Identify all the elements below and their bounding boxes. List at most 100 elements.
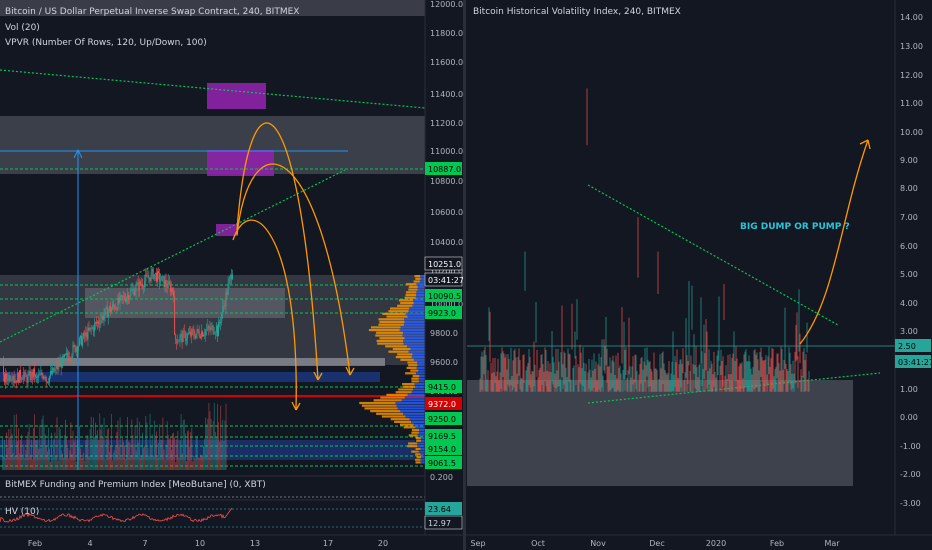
volume-bar [35,440,36,470]
candle-body [84,332,86,337]
vpvr-bar-up [405,372,417,375]
candle-body [168,280,170,285]
left-y-tick: 0.200 [430,473,453,482]
candle-body [105,307,107,309]
candle-body [49,376,50,383]
volume-bar [194,459,196,470]
left-price-label: 9169.5 [428,432,456,441]
volume-bar [13,415,15,470]
candle-body [86,332,88,340]
volume-bar [25,450,27,470]
candle-body [187,334,188,339]
vpvr-bar-up [397,353,413,356]
candle-body [13,376,15,383]
volume-bar [137,442,139,470]
candle-body [25,374,27,378]
candle-body [35,375,36,377]
candle-body [72,345,74,356]
hv-descending-trendline [587,184,839,326]
right-y-tick: 12.00 [900,71,923,80]
candle-body [83,332,85,339]
left-x-tick: 10 [195,539,205,548]
candle-body [53,367,55,372]
vpvr-bar-down [416,283,425,286]
volume-bar [150,445,152,470]
candle-body [36,376,38,378]
right-y-tick: 6.00 [900,242,918,251]
vpvr-bar-up [400,423,414,426]
vpvr-bar-up [405,283,417,286]
volume-bar [191,427,193,470]
volume-bar [39,424,41,470]
candle-body [208,326,210,328]
candle-body [167,280,169,288]
volume-bar [140,457,141,470]
candle-body [183,331,185,333]
vpvr-bar-up [411,377,419,380]
candle-body [103,315,105,321]
vpvr-bar-down [404,396,425,399]
volume-bar [22,454,24,470]
candle-body [26,377,28,383]
volume-bar [7,447,9,470]
volume-bar [50,461,51,470]
vpvr-bar-up [407,361,418,364]
candle-body [30,371,32,380]
left-y-tick: 10800.0 [430,177,463,186]
vpvr-bar-up [408,434,418,437]
volume-bar [67,448,69,470]
candle-body [165,280,167,287]
vpvr-bar-up [410,369,419,372]
candle-body [29,371,31,380]
vpvr-bar-down [417,288,425,291]
volume-bar [70,422,72,470]
left-x-tick: 4 [87,539,92,548]
volume-bar [164,459,166,470]
candle-body [184,332,186,341]
candle-body [209,327,211,330]
volume-bar [149,413,151,470]
candle-body [150,271,152,282]
volume-bar [156,431,157,470]
candle-body [223,305,225,307]
vpvr-bar-up [411,431,419,434]
volume-bar [151,434,153,470]
volume-bar [221,440,223,470]
vpvr-bar-up [415,461,421,464]
candle-body [88,327,90,330]
vpvr-bar-down [402,334,425,337]
candle-body [219,322,221,324]
volume-bar [60,450,62,470]
candle-body [106,307,108,318]
vpvr-bar-down [405,312,425,315]
vpvr-bar-down [419,280,425,283]
candle-body [9,374,11,381]
candle-body [66,352,68,355]
volume-bar [127,416,128,470]
candle-body [11,379,13,381]
vpvr-bar-up [412,374,420,378]
left-x-tick: 20 [378,539,388,548]
volume-bar [113,452,115,470]
vpvr-bar-down [405,415,425,418]
candle-body [12,376,14,380]
vpvr-bar-up [385,345,408,348]
candle-body [199,336,201,338]
vpvr-bar-up [388,310,409,313]
vpvr-bar-up [368,329,400,332]
volume-bar [163,449,165,470]
volume-bar [2,437,3,470]
candle-body [136,282,138,285]
volume-bar [15,414,17,470]
candle-body [19,370,20,383]
volume-bar [23,444,25,470]
vpvr-bar-down [420,447,425,450]
vpvr-bar-up [405,291,417,294]
volume-bar [178,457,180,470]
hv-projection-arrow [799,139,869,345]
candle-body [59,361,61,367]
candle-body [179,335,181,341]
right-y-tick: 9.00 [900,156,918,165]
volume-bar [89,428,91,470]
candle-body [210,326,212,330]
